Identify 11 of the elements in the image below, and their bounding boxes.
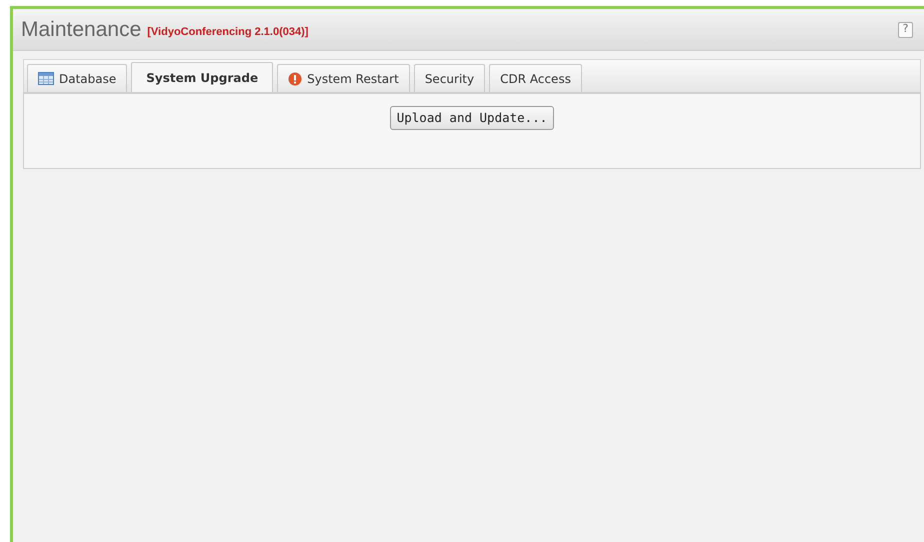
tab[interactable]: System Restart bbox=[277, 64, 410, 92]
tab[interactable]: System Upgrade bbox=[131, 62, 274, 92]
tab[interactable]: Database bbox=[27, 64, 128, 92]
tab[interactable]: Security bbox=[414, 64, 486, 92]
help-button[interactable]: ? bbox=[898, 22, 913, 38]
alert-icon bbox=[288, 72, 302, 86]
tab[interactable]: CDR Access bbox=[489, 64, 582, 92]
version-label: [VidyoConferencing 2.1.0(034)] bbox=[147, 24, 308, 40]
table-icon bbox=[38, 72, 54, 85]
upload-button[interactable]: Upload and Update... bbox=[390, 106, 554, 130]
page-title: Maintenance bbox=[21, 16, 142, 43]
